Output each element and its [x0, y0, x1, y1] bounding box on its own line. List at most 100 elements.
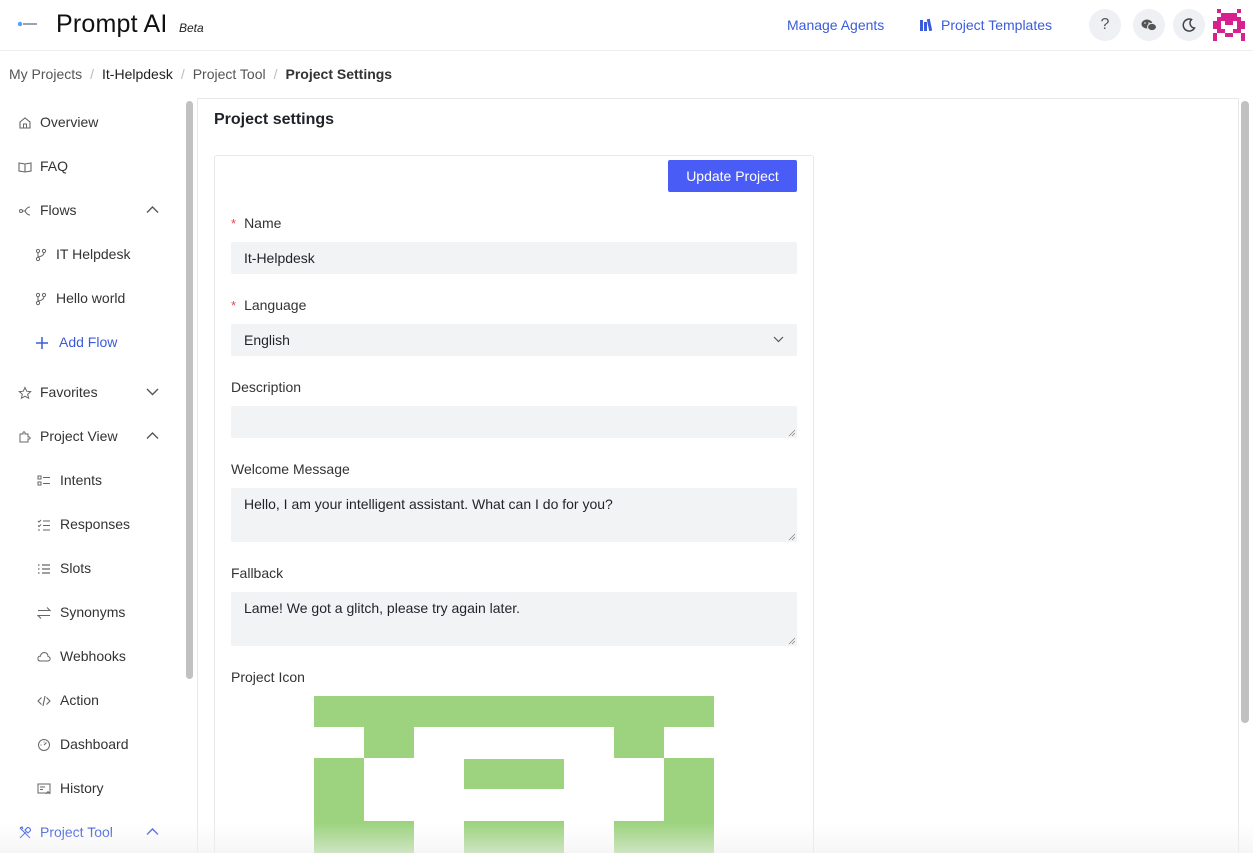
sidebar-scrollbar[interactable]: [186, 101, 193, 679]
page-title: Project settings: [214, 111, 335, 128]
breadcrumb-separator: /: [180, 66, 185, 82]
fallback-label: Fallback: [231, 565, 284, 581]
book-icon: [18, 162, 32, 173]
language-label-text: Language: [244, 297, 307, 313]
language-label: * Language: [231, 297, 306, 313]
project-icon-label: Project Icon: [231, 669, 305, 685]
branch-icon: [35, 248, 47, 262]
add-flow-button[interactable]: Add Flow: [0, 320, 183, 364]
sidebar-item-label: Synonyms: [60, 604, 126, 620]
flow-icon: [19, 206, 31, 216]
home-icon: [19, 117, 31, 129]
history-icon: [37, 783, 51, 795]
help-button[interactable]: ?: [1089, 9, 1121, 41]
sidebar-item-label: History: [60, 780, 104, 796]
sidebar-item-project-tool[interactable]: Project Tool: [0, 810, 183, 853]
welcome-message-label: Welcome Message: [231, 461, 350, 477]
resize-handle-icon[interactable]: [788, 637, 796, 645]
language-select-value: English: [244, 332, 290, 348]
chevron-up-icon[interactable]: [146, 827, 159, 836]
templates-icon: [920, 18, 933, 32]
moon-icon: [1182, 18, 1196, 32]
sidebar-item-history[interactable]: History: [0, 766, 183, 810]
breadcrumb-project[interactable]: It-Helpdesk: [102, 66, 173, 82]
breadcrumb-my-projects[interactable]: My Projects: [9, 66, 82, 82]
language-select[interactable]: English: [231, 324, 797, 356]
name-input[interactable]: It-Helpdesk: [231, 242, 797, 274]
welcome-message-text: Hello, I am your intelligent assistant. …: [244, 496, 613, 512]
sidebar-item-overview[interactable]: Overview: [0, 100, 183, 144]
sidebar: Overview FAQ Flows IT Helpdesk Hello wor…: [0, 98, 183, 853]
sidebar-item-flow-it-helpdesk[interactable]: IT Helpdesk: [0, 232, 183, 276]
sidebar-item-label: Favorites: [40, 384, 98, 400]
update-project-button[interactable]: Update Project: [668, 160, 797, 192]
breadcrumb-project-tool[interactable]: Project Tool: [193, 66, 266, 82]
breadcrumb-separator: /: [273, 66, 278, 82]
required-marker: *: [231, 216, 237, 231]
fallback-textarea[interactable]: Lame! We got a glitch, please try again …: [231, 592, 797, 646]
sidebar-item-favorites[interactable]: Favorites: [0, 370, 183, 414]
sidebar-item-responses[interactable]: Responses: [0, 502, 183, 546]
tools-icon: [19, 826, 32, 839]
sidebar-item-label: FAQ: [40, 158, 69, 174]
resize-handle-icon[interactable]: [788, 533, 796, 541]
required-marker: *: [231, 298, 237, 313]
wechat-button[interactable]: [1133, 9, 1165, 41]
responses-icon: [37, 519, 50, 531]
app-title[interactable]: Prompt AI: [56, 10, 168, 39]
welcome-message-textarea[interactable]: Hello, I am your intelligent assistant. …: [231, 488, 797, 542]
sidebar-item-label: Webhooks: [60, 648, 126, 664]
dashboard-icon: [38, 739, 50, 751]
sidebar-item-label: Dashboard: [60, 736, 129, 752]
fallback-text: Lame! We got a glitch, please try again …: [244, 600, 521, 616]
sidebar-item-slots[interactable]: Slots: [0, 546, 183, 590]
project-templates-link[interactable]: Project Templates: [941, 17, 1052, 33]
wechat-icon: [1141, 19, 1157, 32]
sidebar-item-faq[interactable]: FAQ: [0, 144, 183, 188]
sidebar-item-label: Slots: [60, 560, 92, 576]
description-textarea[interactable]: [231, 406, 797, 438]
sidebar-item-project-view[interactable]: Project View: [0, 414, 183, 458]
sidebar-item-label: Overview: [40, 114, 99, 130]
user-avatar[interactable]: [1213, 9, 1245, 41]
puzzle-icon: [19, 431, 31, 443]
plus-icon: [36, 337, 48, 349]
add-flow-label: Add Flow: [59, 334, 118, 350]
branch-icon: [35, 292, 47, 306]
sidebar-item-intents[interactable]: Intents: [0, 458, 183, 502]
main-scrollbar[interactable]: [1241, 101, 1249, 723]
star-icon: [18, 386, 32, 400]
project-identicon[interactable]: [314, 696, 714, 853]
sidebar-item-dashboard[interactable]: Dashboard: [0, 722, 183, 766]
sidebar-item-label: Hello world: [56, 290, 126, 306]
sidebar-item-action[interactable]: Action: [0, 678, 183, 722]
intents-icon: [37, 475, 50, 486]
sidebar-item-synonyms[interactable]: Synonyms: [0, 590, 183, 634]
sidebar-item-label: Flows: [40, 202, 77, 218]
chevron-down-icon: [773, 336, 784, 343]
name-label-text: Name: [244, 215, 282, 231]
sidebar-item-flows[interactable]: Flows: [0, 188, 183, 232]
name-label: * Name: [231, 215, 281, 231]
resize-handle-icon[interactable]: [788, 429, 796, 437]
chevron-up-icon[interactable]: [146, 205, 159, 214]
prompt-ai-logo[interactable]: [17, 18, 39, 30]
sidebar-item-flow-hello-world[interactable]: Hello world: [0, 276, 183, 320]
breadcrumb-separator: /: [90, 66, 95, 82]
sidebar-item-label: Project Tool: [40, 824, 113, 840]
chevron-up-icon[interactable]: [146, 431, 159, 440]
breadcrumb: My Projects / It-Helpdesk / Project Tool…: [9, 66, 392, 82]
sidebar-item-label: IT Helpdesk: [56, 246, 131, 262]
theme-toggle-button[interactable]: [1173, 9, 1205, 41]
cloud-icon: [37, 651, 51, 662]
beta-badge: Beta: [179, 21, 204, 35]
sidebar-item-label: Responses: [60, 516, 131, 532]
chevron-down-icon[interactable]: [146, 387, 159, 396]
sidebar-item-label: Action: [60, 692, 99, 708]
manage-agents-link[interactable]: Manage Agents: [787, 17, 884, 33]
description-label: Description: [231, 379, 302, 395]
sidebar-item-webhooks[interactable]: Webhooks: [0, 634, 183, 678]
sidebar-item-label: Intents: [60, 472, 103, 488]
code-icon: [37, 695, 51, 707]
breadcrumb-current: Project Settings: [285, 66, 393, 82]
